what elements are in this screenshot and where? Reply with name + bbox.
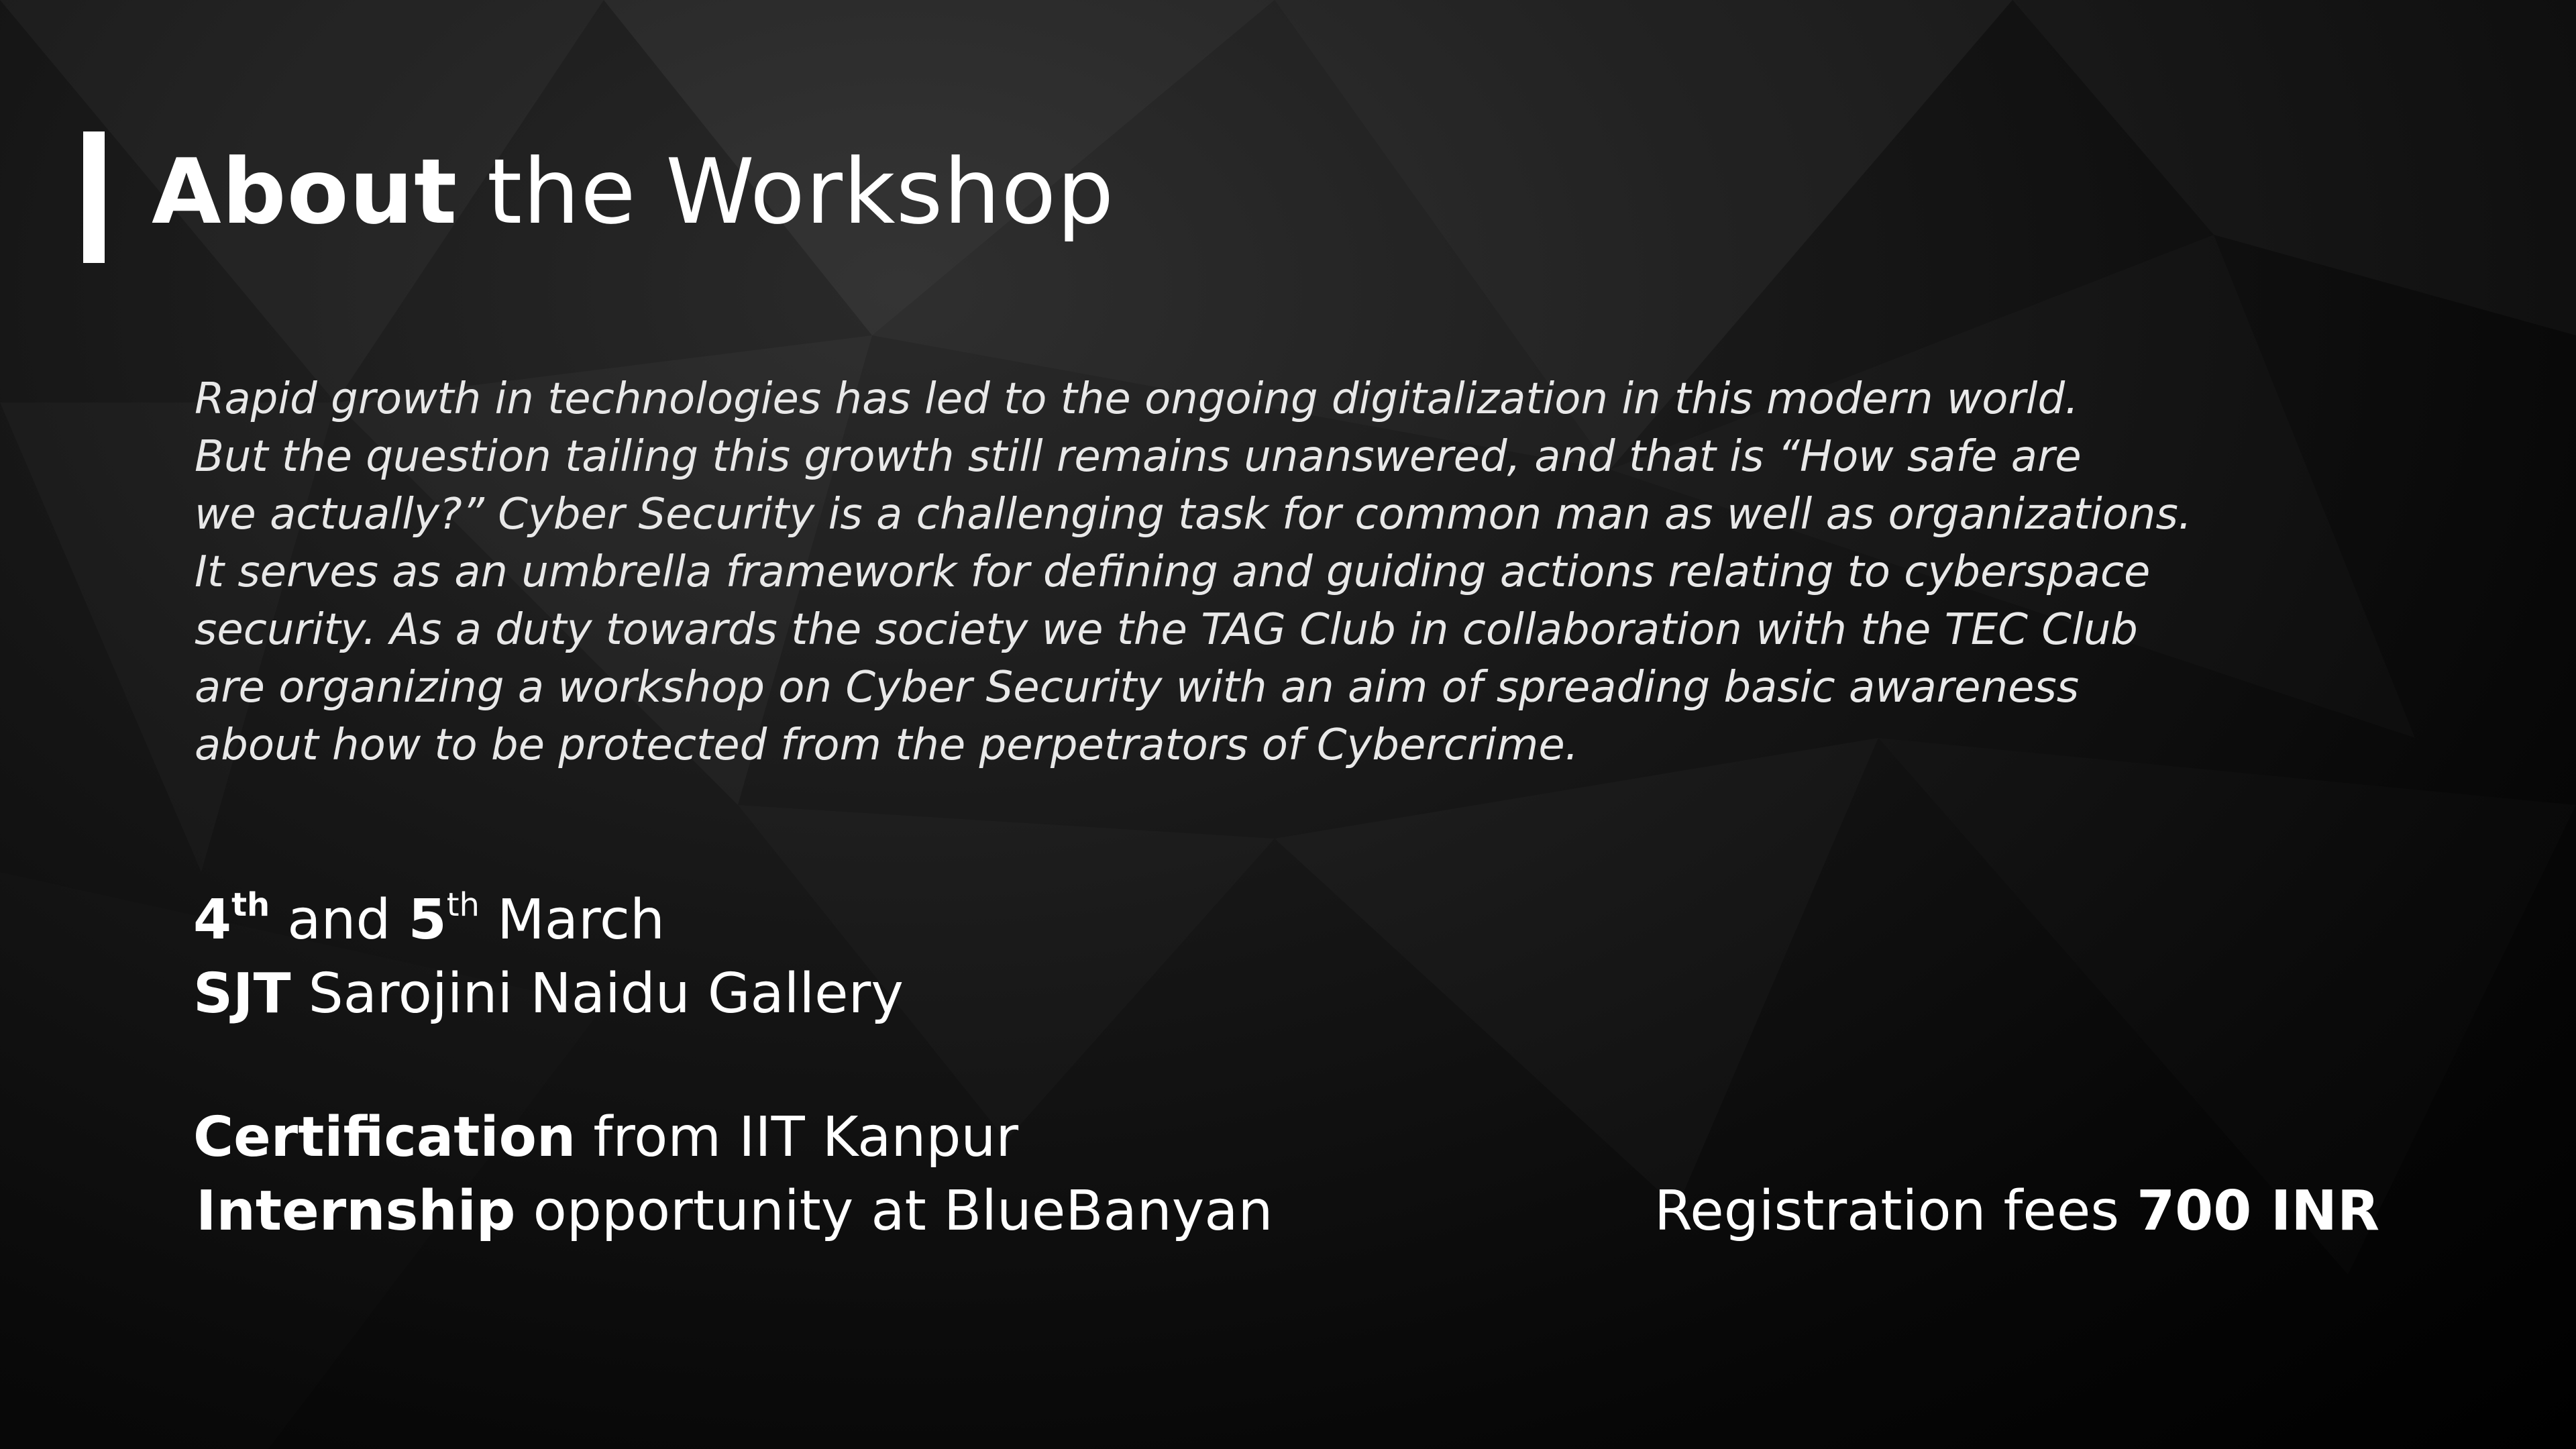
date-day1: 4 [193,888,232,952]
description-line: security. As a duty towards the society … [195,605,2138,655]
date-day1-suffix: th [231,886,270,924]
venue-name: Sarojini Naidu Gallery [308,962,904,1026]
event-venue: SJT Sarojini Naidu Gallery [193,961,904,1028]
internship-line: Internship opportunity at BlueBanyan [196,1178,1273,1245]
date-and: and [287,888,391,952]
internship-text: opportunity at BlueBanyan [533,1179,1273,1243]
date-month: March [497,888,665,952]
workshop-description: Rapid growth in technologies has led to … [195,370,2408,774]
venue-bold: SJT [193,962,291,1026]
description-line: But the question tailing this growth sti… [195,432,2082,482]
description-line: about how to be protected from the perpe… [195,720,1579,770]
description-line: are organizing a workshop on Cyber Secur… [195,663,2080,712]
page-title: About the Workshop [152,131,1114,252]
event-dates: 4th and 5th March [193,887,665,954]
title-accent-bar [83,131,105,263]
date-day2: 5 [408,888,447,952]
title-regular: the Workshop [486,140,1115,244]
slide: About the Workshop Rapid growth in techn… [0,0,2576,1449]
certification-text: from IIT Kanpur [593,1106,1019,1169]
fees-amount: 700 INR [2137,1179,2380,1243]
title-bold: About [152,140,458,244]
description-line: It serves as an umbrella framework for d… [195,547,2151,597]
internship-bold: Internship [196,1179,516,1243]
fees-label: Registration fees [1654,1179,2120,1243]
description-line: Rapid growth in technologies has led to … [195,374,2079,424]
certification-bold: Certification [193,1106,576,1169]
certification-line: Certification from IIT Kanpur [193,1104,1018,1171]
date-day2-suffix: th [446,886,480,924]
description-line: we actually?” Cyber Security is a challe… [195,490,2192,539]
registration-fees: Registration fees 700 INR [1654,1178,2379,1245]
